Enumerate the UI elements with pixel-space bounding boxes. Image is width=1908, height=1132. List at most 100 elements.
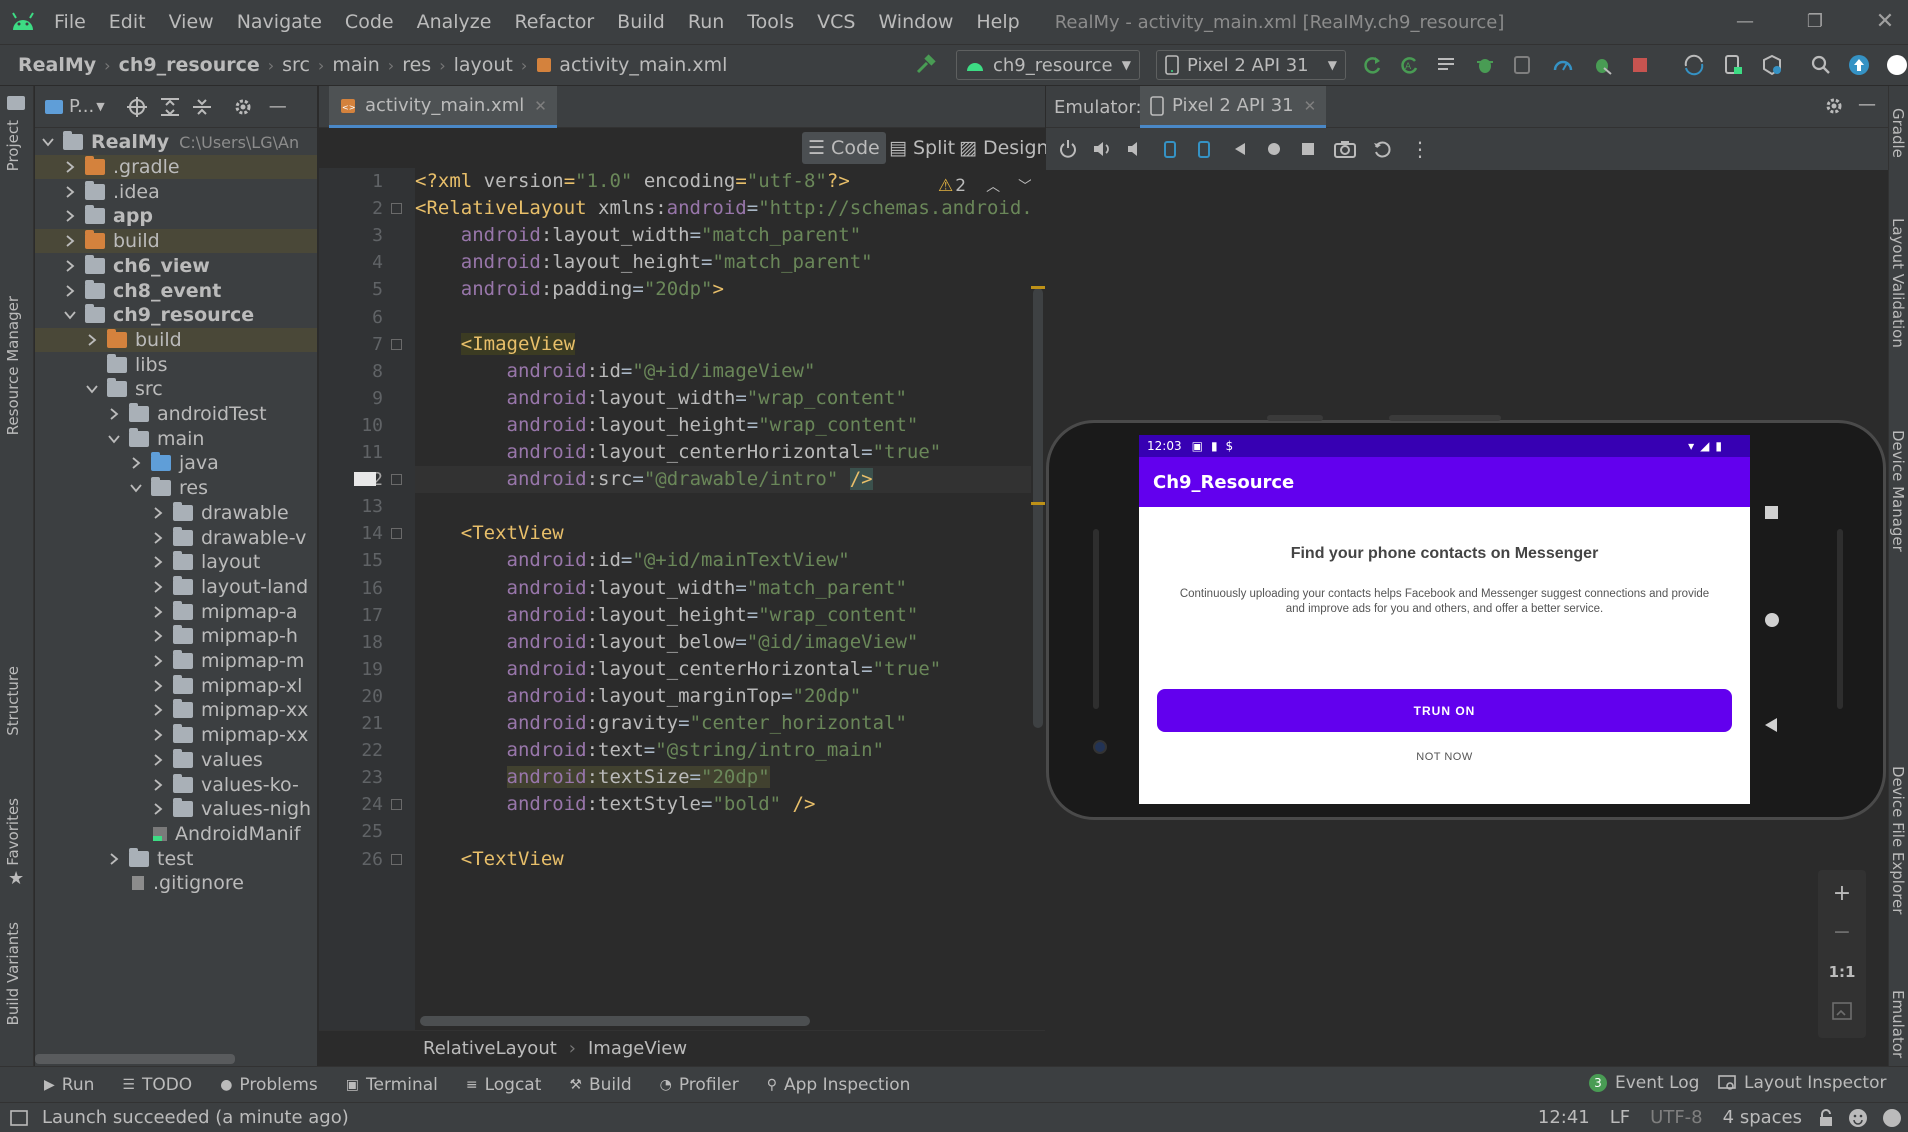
sdk-manager-icon[interactable] — [1761, 54, 1783, 76]
chevron-right-icon[interactable] — [151, 679, 165, 693]
chevron-right-icon[interactable] — [151, 728, 165, 742]
chevron-right-icon[interactable] — [63, 185, 77, 199]
chevron-right-icon[interactable] — [151, 506, 165, 520]
tree-item[interactable]: values-ko- — [35, 772, 317, 797]
zoom-fit-icon[interactable] — [1820, 993, 1864, 1029]
overview-icon[interactable] — [1300, 141, 1316, 157]
tool-tab-problems[interactable]: ● Problems — [220, 1075, 318, 1095]
tree-item[interactable]: java — [35, 451, 317, 476]
chevron-right-icon[interactable] — [63, 209, 77, 223]
tool-tab-run[interactable]: ▶ Run — [44, 1075, 94, 1095]
hammer-build-icon[interactable] — [915, 54, 937, 76]
tree-item[interactable]: drawable — [35, 501, 317, 526]
search-icon[interactable] — [1810, 54, 1832, 76]
menu-tools[interactable]: Tools — [747, 11, 794, 33]
tree-item[interactable]: values-nigh — [35, 797, 317, 822]
apply-changes-icon[interactable]: A — [1398, 54, 1420, 76]
menu-view[interactable]: View — [169, 11, 214, 33]
device-manager-icon[interactable] — [1722, 54, 1744, 76]
tool-tab-app-inspection[interactable]: ⚲ App Inspection — [767, 1075, 911, 1095]
tab-activity-main-xml[interactable]: <> activity_main.xml ✕ — [329, 86, 557, 128]
locate-target-icon[interactable] — [126, 96, 147, 117]
chevron-down-icon[interactable] — [85, 382, 99, 396]
tree-item[interactable]: res — [35, 476, 317, 501]
fold-marker-icon[interactable] — [391, 853, 402, 865]
tree-item[interactable]: .gradle — [35, 154, 317, 180]
menu-vcs[interactable]: VCS — [817, 11, 855, 33]
chevron-right-icon[interactable] — [107, 407, 121, 421]
rotate-left-icon[interactable] — [1160, 139, 1180, 159]
smiley-feedback-icon[interactable] — [1848, 1108, 1868, 1128]
fold-marker-icon[interactable] — [391, 203, 402, 215]
tool-tab-todo[interactable]: ☰ TODO — [122, 1075, 192, 1095]
snapshot-restore-icon[interactable] — [1372, 139, 1392, 159]
chevron-right-icon[interactable] — [151, 753, 165, 767]
device-combo[interactable]: Pixel 2 API 31 ▼ — [1156, 50, 1346, 80]
editor-scroll-thumb[interactable] — [1033, 288, 1043, 728]
chevron-right-icon[interactable] — [151, 654, 165, 668]
close-tab-icon[interactable]: ✕ — [534, 97, 547, 115]
tree-item[interactable]: layout-land — [35, 575, 317, 600]
zoom-in-button[interactable]: + — [1820, 875, 1864, 911]
chevron-right-icon[interactable] — [63, 284, 77, 298]
caret-position[interactable]: 12:41 — [1538, 1107, 1590, 1128]
fold-marker-icon[interactable] — [391, 474, 402, 486]
tree-item[interactable]: app — [35, 204, 317, 229]
device-screen[interactable]: 12:03 ▣ ▮ $ ▾ ◢ ▮ Ch9_Resource Find your… — [1139, 435, 1750, 804]
layout-inspector-button[interactable]: Layout Inspector — [1718, 1073, 1887, 1093]
tree-item[interactable]: main — [35, 426, 317, 451]
chevron-down-icon[interactable] — [129, 481, 143, 495]
crumb-relativelayout[interactable]: RelativeLayout — [423, 1038, 557, 1059]
tree-item[interactable]: mipmap-xl — [35, 673, 317, 698]
editor-vscrollbar[interactable] — [1031, 168, 1045, 1030]
warning-stripe[interactable] — [1031, 502, 1045, 505]
expand-all-icon[interactable] — [160, 97, 179, 117]
tree-item[interactable]: src — [35, 377, 317, 402]
line-separator[interactable]: LF — [1610, 1107, 1630, 1128]
close-tab-icon[interactable]: ✕ — [1304, 97, 1317, 115]
rerun-icon[interactable] — [1361, 54, 1383, 76]
power-icon[interactable] — [1058, 139, 1078, 159]
turn-on-button[interactable]: TRUN ON — [1157, 689, 1732, 732]
chevron-right-icon[interactable] — [63, 259, 77, 273]
tree-item[interactable]: RealMy C:\Users\LG\An — [35, 130, 317, 155]
chevron-right-icon[interactable] — [85, 333, 99, 347]
warning-stripe[interactable] — [1031, 286, 1045, 289]
menu-build[interactable]: Build — [617, 11, 665, 33]
menu-help[interactable]: Help — [976, 11, 1019, 33]
menu-file[interactable]: File — [54, 11, 86, 33]
tab-emulator[interactable]: Emulator — [1889, 990, 1907, 1058]
camera-icon[interactable] — [1334, 139, 1356, 159]
fold-marker-icon[interactable] — [391, 338, 402, 350]
debug-attach-bug-icon[interactable] — [1591, 54, 1613, 76]
tab-layout-validation[interactable]: Layout Validation — [1889, 218, 1907, 348]
tree-item[interactable]: libs — [35, 352, 317, 377]
memory-indicator-icon[interactable] — [1882, 1108, 1902, 1128]
indent-setting[interactable]: 4 spaces — [1723, 1107, 1802, 1128]
tree-item[interactable]: ch6_view — [35, 254, 317, 279]
more-vert-icon[interactable]: ⋮ — [1410, 137, 1430, 161]
tree-item[interactable]: mipmap-h — [35, 624, 317, 649]
run-config-combo[interactable]: ch9_resource ▼ — [956, 50, 1140, 80]
crumb-activity-main-xml[interactable]: activity_main.xml — [559, 54, 727, 76]
tree-item[interactable]: mipmap-xx — [35, 723, 317, 748]
close-window-icon[interactable]: ✕ — [1855, 6, 1908, 36]
menu-code[interactable]: Code — [345, 11, 394, 33]
tree-item[interactable]: mipmap-a — [35, 599, 317, 624]
crumb-res[interactable]: res — [402, 54, 431, 76]
tab-project[interactable]: Project — [4, 120, 22, 171]
fold-marker-icon[interactable] — [391, 799, 402, 811]
hide-panel-icon[interactable]: — — [1858, 94, 1876, 115]
status-message[interactable]: Launch succeeded (a minute ago) — [42, 1107, 349, 1128]
menu-run[interactable]: Run — [688, 11, 724, 33]
volume-down-icon[interactable] — [1126, 139, 1146, 159]
previous-highlight-icon[interactable]: ︿ — [986, 176, 1000, 196]
menu-analyze[interactable]: Analyze — [417, 11, 492, 33]
debug-bug-icon[interactable] — [1474, 54, 1496, 76]
tab-structure[interactable]: Structure — [4, 666, 22, 736]
crumb-realmy[interactable]: RealMy — [18, 54, 96, 76]
zoom-actual-size-button[interactable]: 1:1 — [1820, 954, 1864, 990]
restore-icon[interactable]: ❐ — [1785, 6, 1845, 36]
chevron-right-icon[interactable] — [107, 852, 121, 866]
sync-gradle-icon[interactable] — [1682, 54, 1706, 76]
